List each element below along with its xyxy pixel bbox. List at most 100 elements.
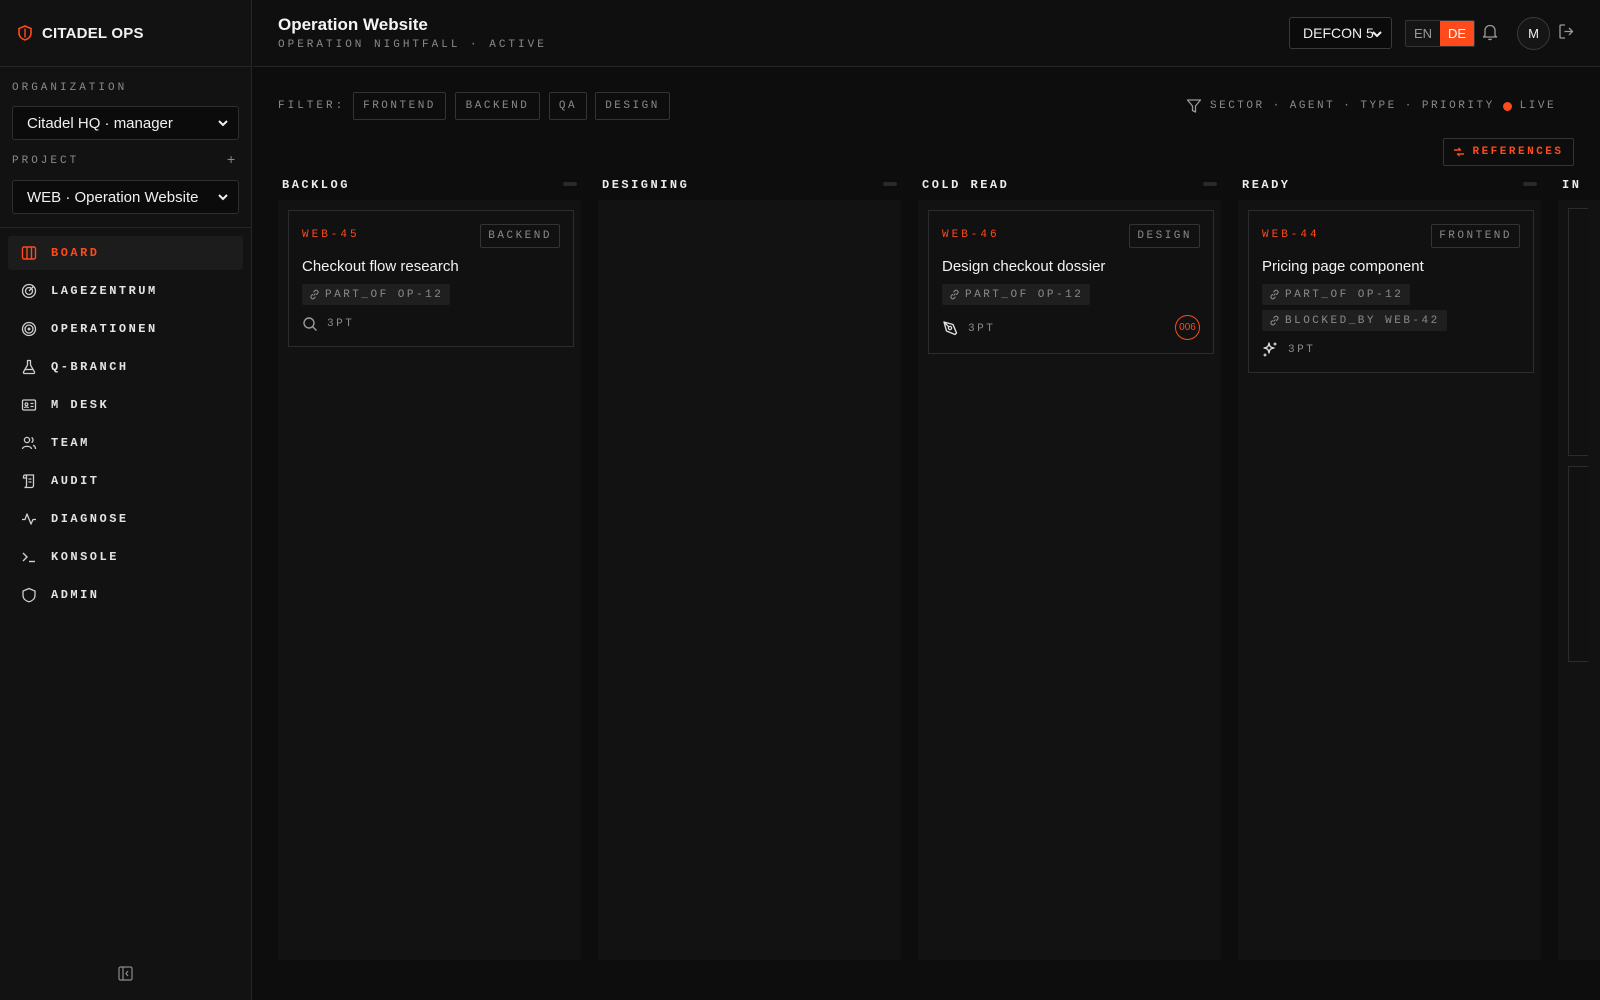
sidebar-item-label: LAGEZENTRUM bbox=[51, 284, 158, 298]
column-backlog: BACKLOG WEB-45 BACKEND Checkout flow res… bbox=[278, 170, 581, 960]
card-agent-badge[interactable]: 006 bbox=[1175, 315, 1200, 340]
project-label: PROJECT bbox=[12, 155, 80, 167]
brand-name: CITADEL OPS bbox=[42, 24, 144, 42]
sidebar-item-label: BOARD bbox=[51, 246, 100, 260]
sidebar-divider bbox=[0, 227, 252, 228]
link-icon bbox=[310, 289, 319, 300]
card-relation[interactable]: PART_OF OP-12 bbox=[1262, 284, 1411, 305]
radar-icon bbox=[21, 283, 37, 299]
collapse-sidebar-button[interactable] bbox=[118, 966, 133, 986]
filter-icon bbox=[1186, 99, 1202, 113]
sidebar-item-label: ADMIN bbox=[51, 588, 100, 602]
live-indicator-dot bbox=[1502, 101, 1512, 111]
sidebar-item-label: KONSOLE bbox=[51, 550, 119, 564]
sidebar-item-operationen[interactable]: OPERATIONEN bbox=[8, 312, 243, 346]
page-title: Operation Website bbox=[278, 15, 428, 34]
link-icon bbox=[1270, 289, 1279, 300]
user-avatar[interactable]: M bbox=[1517, 17, 1550, 50]
card-tag: DESIGN bbox=[1129, 224, 1200, 248]
defcon-value: DEFCON 5 bbox=[1303, 25, 1374, 41]
card-relation[interactable]: PART_OF OP-12 bbox=[942, 284, 1091, 305]
column-body: WEB-44 FRONTEND Pricing page component P… bbox=[1238, 200, 1541, 960]
logout-button[interactable] bbox=[1558, 23, 1575, 45]
sidebar-item-label: AUDIT bbox=[51, 474, 100, 488]
card-points: 3PT bbox=[968, 322, 996, 335]
column-header: READY bbox=[1238, 170, 1541, 200]
sidebar-item-m-desk[interactable]: M DESK bbox=[8, 388, 243, 422]
pen-tool-icon bbox=[943, 321, 958, 336]
organization-label: ORGANIZATION bbox=[12, 82, 128, 94]
filter-label: FILTER: bbox=[278, 100, 346, 112]
sidebar-item-q-branch[interactable]: Q-BRANCH bbox=[8, 350, 243, 384]
page-subtitle: OPERATION NIGHTFALL · ACTIVE bbox=[278, 39, 547, 51]
sidebar-item-diagnose[interactable]: DIAGNOSE bbox=[8, 502, 243, 536]
column-header: DESIGNING bbox=[598, 170, 901, 200]
column-title: COLD READ bbox=[922, 178, 1010, 192]
task-card[interactable] bbox=[1568, 466, 1588, 662]
column-header: IN bbox=[1558, 170, 1600, 200]
column-title: BACKLOG bbox=[282, 178, 350, 192]
filter-priority[interactable]: PRIORITY bbox=[1422, 100, 1495, 112]
card-title: Checkout flow research bbox=[302, 258, 459, 275]
chevron-down-icon bbox=[218, 194, 228, 201]
sidebar-nav: BOARD LAGEZENTRUM OPERATIONEN Q-BRANCH M… bbox=[8, 236, 243, 616]
references-button[interactable]: REFERENCES bbox=[1443, 138, 1574, 166]
sidebar-item-konsole[interactable]: KONSOLE bbox=[8, 540, 243, 574]
column-collapse-button[interactable] bbox=[1203, 182, 1217, 186]
card-relation[interactable]: PART_OF OP-12 bbox=[302, 284, 451, 305]
task-card-web-46[interactable]: WEB-46 DESIGN Design checkout dossier PA… bbox=[928, 210, 1214, 354]
add-project-button[interactable]: + bbox=[227, 151, 235, 167]
sidebar-item-board[interactable]: BOARD bbox=[8, 236, 243, 270]
id-card-icon bbox=[21, 399, 37, 411]
sidebar-item-admin[interactable]: ADMIN bbox=[8, 578, 243, 612]
filter-agent[interactable]: AGENT bbox=[1290, 100, 1336, 112]
panel-collapse-icon bbox=[118, 966, 133, 981]
card-tag: BACKEND bbox=[480, 224, 560, 248]
board-icon bbox=[21, 246, 37, 260]
live-label: LIVE bbox=[1519, 100, 1557, 112]
notifications-button[interactable] bbox=[1482, 23, 1498, 46]
activity-icon bbox=[22, 513, 36, 525]
link-icon bbox=[1270, 315, 1279, 326]
top-header: Operation Website OPERATION NIGHTFALL · … bbox=[253, 0, 1600, 67]
task-card-web-44[interactable]: WEB-44 FRONTEND Pricing page component P… bbox=[1248, 210, 1534, 373]
filter-sector[interactable]: SECTOR bbox=[1210, 100, 1265, 112]
lang-en-button[interactable]: EN bbox=[1406, 21, 1440, 46]
column-cold-read: COLD READ WEB-46 DESIGN Design checkout … bbox=[918, 170, 1221, 960]
column-title: READY bbox=[1242, 178, 1291, 192]
column-ready: READY WEB-44 FRONTEND Pricing page compo… bbox=[1238, 170, 1541, 960]
link-icon bbox=[950, 289, 959, 300]
filter-options: SECTOR · AGENT · TYPE · PRIORITY LIVE bbox=[1186, 96, 1556, 116]
filter-chip-frontend[interactable]: FRONTEND bbox=[353, 92, 446, 120]
card-relation[interactable]: BLOCKED_BY WEB-42 bbox=[1262, 310, 1447, 331]
app-root: CITADEL OPS ORGANIZATION Citadel HQ · ma… bbox=[0, 0, 1600, 1000]
card-points: 3PT bbox=[327, 318, 355, 330]
card-relation-label: BLOCKED_BY WEB-42 bbox=[1285, 314, 1440, 327]
task-card[interactable] bbox=[1568, 208, 1588, 456]
card-meta: 3PT bbox=[1262, 341, 1315, 358]
project-value: WEB · Operation Website bbox=[27, 188, 199, 206]
card-relation-label: PART_OF OP-12 bbox=[1285, 288, 1404, 301]
scroll-icon bbox=[22, 474, 35, 489]
chevron-down-icon bbox=[1372, 31, 1382, 38]
filter-chip-design[interactable]: DESIGN bbox=[595, 92, 670, 120]
filter-type[interactable]: TYPE bbox=[1360, 100, 1396, 112]
task-card-web-45[interactable]: WEB-45 BACKEND Checkout flow research PA… bbox=[288, 210, 574, 347]
project-select[interactable]: WEB · Operation Website bbox=[12, 180, 239, 214]
defcon-select[interactable]: DEFCON 5 bbox=[1289, 17, 1392, 49]
sidebar-item-audit[interactable]: AUDIT bbox=[8, 464, 243, 498]
column-collapse-button[interactable] bbox=[1523, 182, 1537, 186]
filter-chip-qa[interactable]: QA bbox=[549, 92, 587, 120]
filter-chip-backend[interactable]: BACKEND bbox=[455, 92, 540, 120]
lang-de-button[interactable]: DE bbox=[1440, 21, 1474, 46]
brand[interactable]: CITADEL OPS bbox=[0, 0, 251, 67]
terminal-icon bbox=[22, 552, 35, 563]
users-icon bbox=[21, 436, 37, 450]
kanban-board: BACKLOG WEB-45 BACKEND Checkout flow res… bbox=[278, 170, 1600, 960]
column-collapse-button[interactable] bbox=[883, 182, 897, 186]
sidebar-item-lagezentrum[interactable]: LAGEZENTRUM bbox=[8, 274, 243, 308]
column-body bbox=[1558, 200, 1600, 960]
sidebar-item-team[interactable]: TEAM bbox=[8, 426, 243, 460]
organization-select[interactable]: Citadel HQ · manager bbox=[12, 106, 239, 140]
column-collapse-button[interactable] bbox=[563, 182, 577, 186]
